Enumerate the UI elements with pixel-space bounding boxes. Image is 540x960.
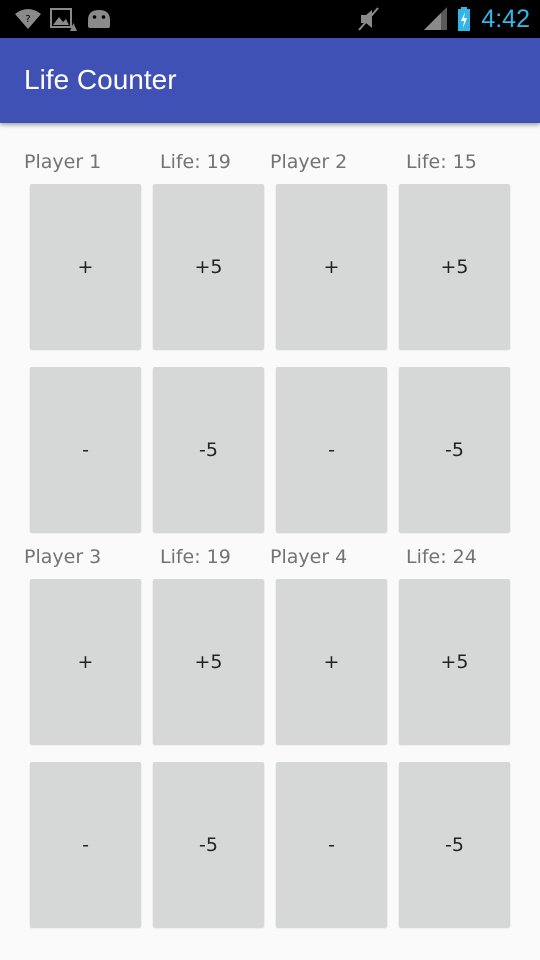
- svg-text:?: ?: [25, 14, 30, 25]
- android-icon: [88, 10, 110, 28]
- player-1-life: Life: 19: [160, 151, 231, 173]
- mute-icon: [358, 7, 379, 31]
- player-2-life: Life: 15: [406, 151, 477, 173]
- signal-icon: [424, 7, 447, 30]
- player-2-name: Player 2: [270, 151, 348, 173]
- status-bar: ? 4:42: [0, 0, 540, 38]
- battery-charging-icon: [458, 7, 470, 31]
- player-4-minus5-button[interactable]: -5: [399, 762, 510, 927]
- wifi-question-icon: ?: [15, 9, 41, 29]
- player-3-plus5-button[interactable]: +5: [153, 579, 264, 744]
- player-4-life: Life: 24: [406, 546, 477, 568]
- player-2-plus5-button[interactable]: +5: [399, 184, 510, 349]
- player-2-plus-button[interactable]: +: [276, 184, 387, 349]
- player-3-minus5-button[interactable]: -5: [153, 762, 264, 927]
- app-title: Life Counter: [24, 64, 177, 95]
- player-1-name: Player 1: [24, 151, 102, 173]
- player-2-minus-button[interactable]: -: [276, 367, 387, 532]
- player-3-minus-button[interactable]: -: [30, 762, 141, 927]
- player-2-minus5-button[interactable]: -5: [399, 367, 510, 532]
- status-time: 4:42: [481, 5, 530, 33]
- app-bar: Life Counter: [0, 38, 540, 123]
- player-1-minus5-button[interactable]: -5: [153, 367, 264, 532]
- player-4-name: Player 4: [270, 546, 348, 568]
- player-3-life: Life: 19: [160, 546, 231, 568]
- player-3-plus-button[interactable]: +: [30, 579, 141, 744]
- player-4-plus5-button[interactable]: +5: [399, 579, 510, 744]
- player-1-plus-button[interactable]: +: [30, 184, 141, 349]
- player-1-plus5-button[interactable]: +5: [153, 184, 264, 349]
- player-4-minus-button[interactable]: -: [276, 762, 387, 927]
- player-1-minus-button[interactable]: -: [30, 367, 141, 532]
- player-4-plus-button[interactable]: +: [276, 579, 387, 744]
- image-warning-icon: [50, 8, 77, 31]
- player-3-name: Player 3: [24, 546, 102, 568]
